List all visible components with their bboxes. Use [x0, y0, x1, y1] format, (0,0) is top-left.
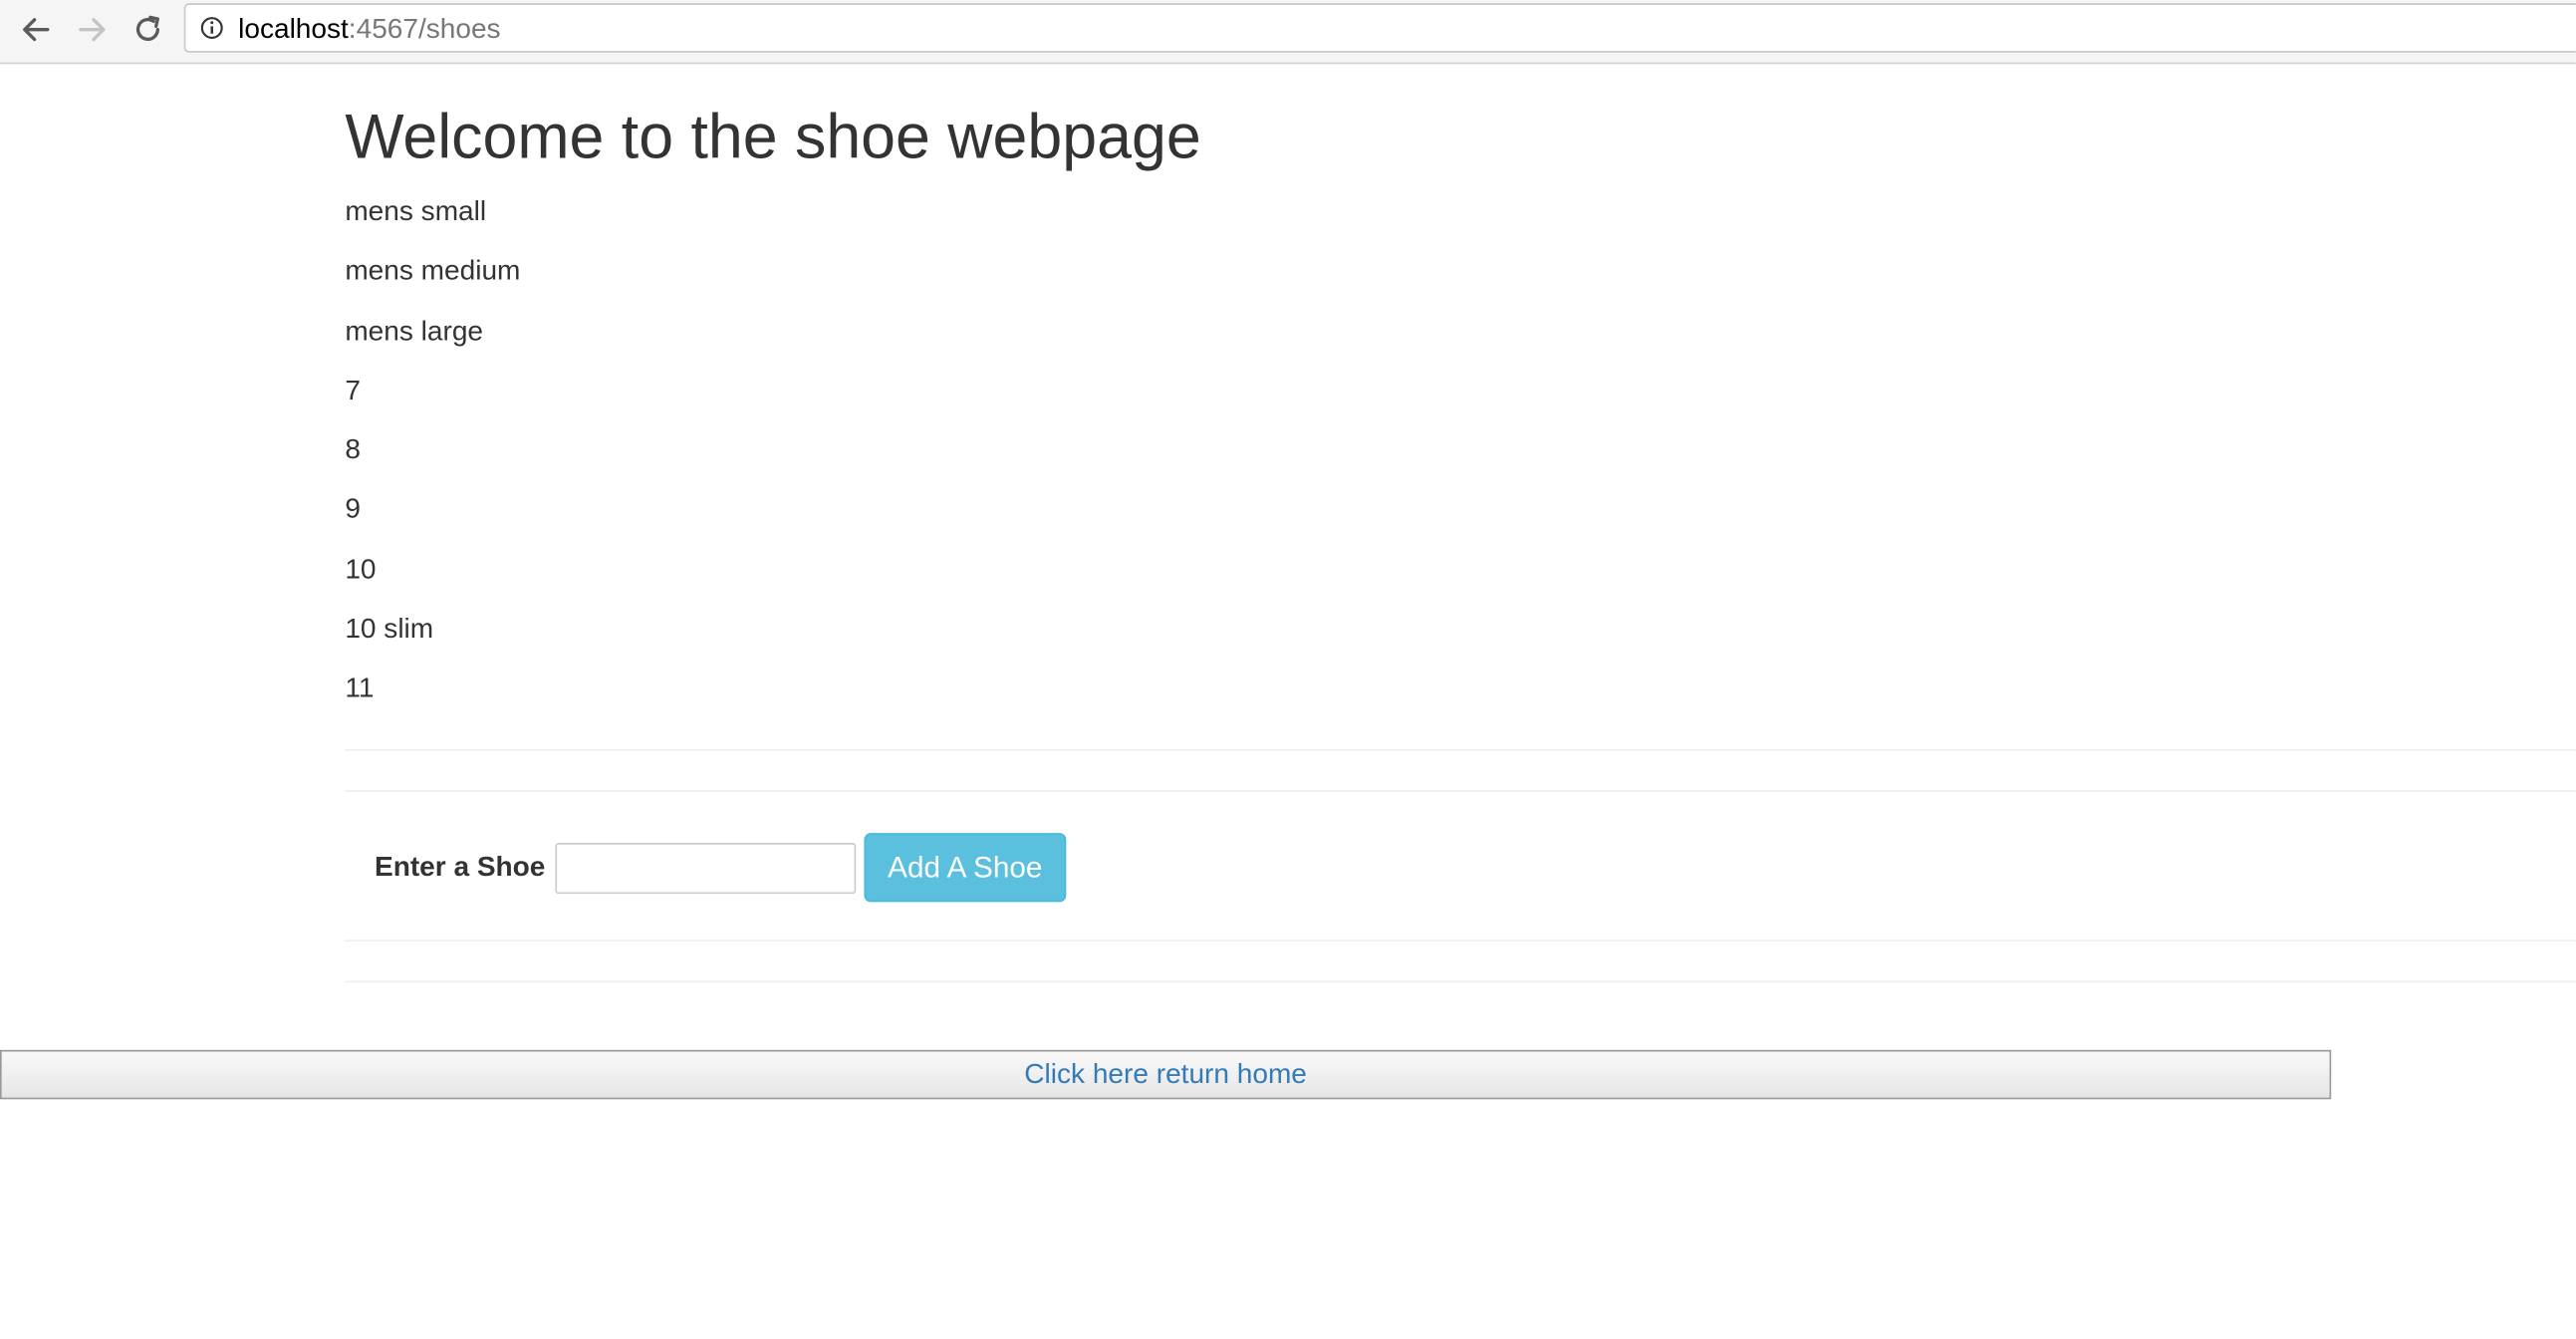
home-link-bar[interactable]: Click here return home	[0, 1049, 2332, 1100]
divider	[345, 790, 2576, 792]
shoe-item: mens medium	[345, 255, 521, 287]
shoe-input-label: Enter a Shoe	[375, 851, 546, 883]
shoe-input[interactable]	[555, 842, 857, 894]
divider	[345, 749, 2576, 751]
url-host: localhost	[238, 13, 349, 45]
shoe-item: 9	[345, 493, 361, 525]
reload-button[interactable]	[127, 10, 169, 50]
arrow-right-icon	[79, 18, 106, 42]
url-text: localhost:4567/shoes	[238, 13, 500, 46]
reload-icon	[135, 15, 159, 42]
info-icon[interactable]	[200, 16, 223, 40]
url-path: :4567/shoes	[348, 13, 501, 45]
add-shoe-form: Enter a Shoe Add A Shoe	[375, 833, 1067, 903]
divider	[345, 980, 2576, 983]
page-title: Welcome to the shoe webpage	[345, 103, 1201, 173]
back-button[interactable]	[15, 10, 58, 50]
address-bar[interactable]: localhost:4567/shoes	[183, 3, 2576, 53]
add-shoe-button[interactable]: Add A Shoe	[864, 833, 1067, 903]
forward-button[interactable]	[71, 10, 114, 50]
shoe-item: 11	[345, 672, 375, 704]
shoe-item: 7	[345, 374, 361, 406]
shoe-list: mens small mens medium mens large 7 8 9 …	[345, 194, 520, 731]
browser-toolbar: localhost:4567/shoes	[0, 0, 2576, 65]
shoe-item: mens small	[345, 195, 487, 227]
shoe-item: 10	[345, 553, 377, 585]
shoe-item: 8	[345, 433, 361, 466]
shoe-item: 10 slim	[345, 613, 434, 645]
shoe-item: mens large	[345, 314, 484, 347]
arrow-left-icon	[23, 18, 50, 42]
home-link[interactable]: Click here return home	[1024, 1058, 1307, 1091]
divider	[345, 939, 2576, 941]
